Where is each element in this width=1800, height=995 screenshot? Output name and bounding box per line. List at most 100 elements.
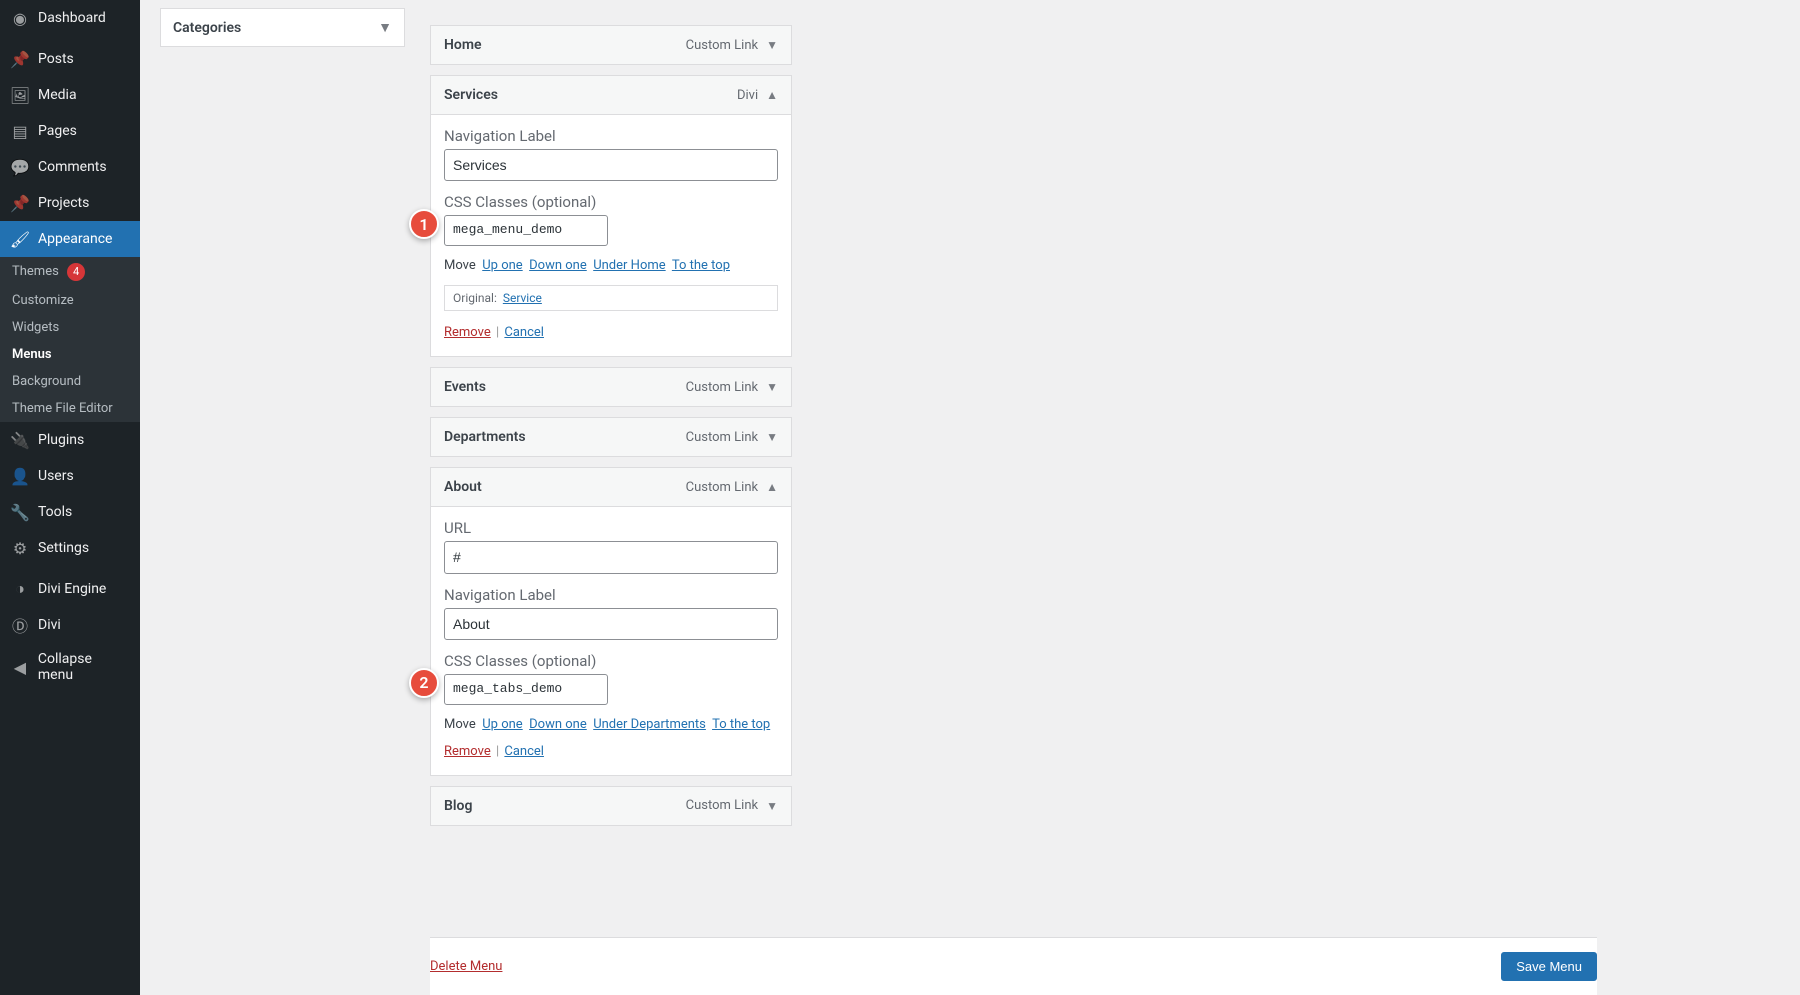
divi-engine-icon: ◑ [10,579,30,599]
move-up-link[interactable]: Up one [482,258,522,273]
remove-link[interactable]: Remove [444,744,491,759]
url-input[interactable] [444,541,778,573]
nav-label-label: Navigation Label [444,586,778,604]
submenu-background[interactable]: Background [0,368,140,395]
sidebar-item-posts[interactable]: 📌 Posts [0,41,140,77]
menu-item-header[interactable]: Events Custom Link ▼ [431,368,791,406]
nav-label-input[interactable] [444,608,778,640]
menu-item-type: Custom Link [686,380,758,395]
menu-item-body: URL Navigation Label CSS Classes (option… [431,506,791,775]
menu-item-type: Divi [737,88,758,103]
sidebar-label: Collapse menu [38,651,130,683]
chevron-down-icon[interactable]: ▼ [766,799,778,813]
menu-item-title: Events [444,379,486,395]
brush-icon: 🖌 [10,229,30,249]
menu-structure: Home Custom Link ▼ Services Divi ▲ [430,0,1597,836]
wrench-icon: 🔧 [10,502,30,522]
move-top-link[interactable]: To the top [712,717,770,732]
sidebar-item-media[interactable]: 🖼 Media [0,77,140,113]
cancel-link[interactable]: Cancel [504,325,544,340]
sidebar-label: Comments [38,159,107,175]
sidebar-label: Dashboard [38,10,106,26]
sidebar-item-dashboard[interactable]: ◉ Dashboard [0,0,140,36]
menu-item-title: Blog [444,798,472,814]
menu-item-title: Home [444,37,482,53]
menu-item-title: Departments [444,429,526,445]
nav-label-input[interactable] [444,149,778,181]
menu-item-services[interactable]: Services Divi ▲ Navigation Label CSS Cla… [430,75,792,357]
cancel-link[interactable]: Cancel [504,744,544,759]
move-down-link[interactable]: Down one [529,717,587,732]
menu-item-header[interactable]: Services Divi ▲ [431,76,791,114]
annotation-1: 1 [409,209,439,239]
move-top-link[interactable]: To the top [672,258,730,273]
sidebar-label: Settings [38,540,89,556]
chevron-down-icon[interactable]: ▼ [378,19,392,36]
chevron-up-icon[interactable]: ▲ [766,480,778,494]
menu-item-body: Navigation Label CSS Classes (optional) … [431,114,791,356]
menu-item-departments[interactable]: Departments Custom Link ▼ [430,417,792,457]
collapse-icon: ◀ [10,657,30,677]
menu-item-header[interactable]: Blog Custom Link ▼ [431,787,791,825]
menu-item-header[interactable]: About Custom Link ▲ [431,468,791,506]
item-actions: Remove | Cancel [444,325,778,340]
move-under-link[interactable]: Under Home [593,258,665,273]
menu-item-header[interactable]: Departments Custom Link ▼ [431,418,791,456]
sidebar-label: Divi [38,617,61,633]
sidebar-collapse[interactable]: ◀ Collapse menu [0,643,140,691]
categories-header[interactable]: Categories ▼ [161,9,404,46]
plugin-icon: 🔌 [10,430,30,450]
sidebar-item-settings[interactable]: ⚙ Settings [0,530,140,566]
css-classes-input[interactable] [444,674,608,705]
chevron-up-icon[interactable]: ▲ [766,88,778,102]
sidebar-item-pages[interactable]: ▤ Pages [0,113,140,149]
sidebar-item-comments[interactable]: 💬 Comments [0,149,140,185]
menu-item-events[interactable]: Events Custom Link ▼ [430,367,792,407]
sidebar-item-projects[interactable]: 📌 Projects [0,185,140,221]
categories-metabox: Categories ▼ [160,8,405,47]
sidebar-item-divi[interactable]: Ⓓ Divi [0,607,140,643]
submenu-widgets[interactable]: Widgets [0,314,140,341]
menu-item-about[interactable]: About Custom Link ▲ URL Navigation Label… [430,467,792,776]
css-classes-label: CSS Classes (optional) [444,652,778,670]
submenu-theme-file-editor[interactable]: Theme File Editor [0,395,140,422]
original-box: Original: Service [444,285,778,311]
move-down-link[interactable]: Down one [529,258,587,273]
categories-title: Categories [173,20,241,36]
pages-icon: ▤ [10,121,30,141]
save-menu-button[interactable]: Save Menu [1501,952,1597,981]
submenu-customize[interactable]: Customize [0,287,140,314]
menu-item-home[interactable]: Home Custom Link ▼ [430,25,792,65]
nav-label-label: Navigation Label [444,127,778,145]
media-icon: 🖼 [10,85,30,105]
delete-menu-link[interactable]: Delete Menu [430,959,502,974]
sidebar-item-appearance[interactable]: 🖌 Appearance [0,221,140,257]
menu-item-blog[interactable]: Blog Custom Link ▼ [430,786,792,826]
sidebar-item-plugins[interactable]: 🔌 Plugins [0,422,140,458]
sidebar-label: Appearance [38,231,112,247]
submenu-themes[interactable]: Themes 4 [0,257,140,287]
chevron-down-icon[interactable]: ▼ [766,38,778,52]
chevron-down-icon[interactable]: ▼ [766,380,778,394]
sliders-icon: ⚙ [10,538,30,558]
appearance-submenu: Themes 4 Customize Widgets Menus Backgro… [0,257,140,422]
menu-item-type: Custom Link [686,798,758,813]
css-classes-input[interactable] [444,215,608,246]
dashboard-icon: ◉ [10,8,30,28]
move-under-link[interactable]: Under Departments [593,717,706,732]
menu-item-type: Custom Link [686,480,758,495]
user-icon: 👤 [10,466,30,486]
sidebar-item-divi-engine[interactable]: ◑ Divi Engine [0,571,140,607]
menu-item-header[interactable]: Home Custom Link ▼ [431,26,791,64]
submenu-menus[interactable]: Menus [0,341,140,368]
remove-link[interactable]: Remove [444,325,491,340]
menu-item-type: Custom Link [686,430,758,445]
chevron-down-icon[interactable]: ▼ [766,430,778,444]
sidebar-label: Pages [38,123,77,139]
menu-item-title: Services [444,87,498,103]
move-up-link[interactable]: Up one [482,717,522,732]
original-link[interactable]: Service [503,291,542,305]
sidebar-item-users[interactable]: 👤 Users [0,458,140,494]
sidebar-item-tools[interactable]: 🔧 Tools [0,494,140,530]
pin-icon: 📌 [10,49,30,69]
